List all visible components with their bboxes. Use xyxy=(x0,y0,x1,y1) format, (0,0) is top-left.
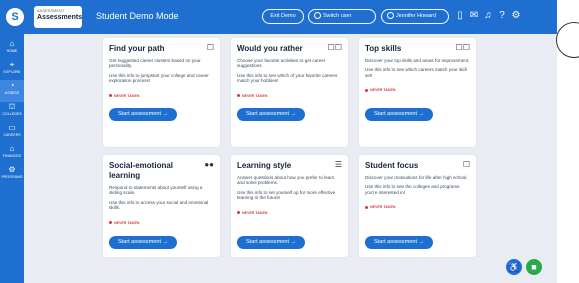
status-badge: NEVER TAKEN xyxy=(109,221,140,226)
nav-item-explore[interactable]: ⌖ EXPLORE xyxy=(0,59,24,81)
exit-demo-button[interactable]: Exit Demo xyxy=(262,9,304,24)
assessment-card-student-focus: Student focus ☐ Discover your motivation… xyxy=(359,155,476,257)
status-dot-icon xyxy=(237,211,240,215)
mode-label: Student Demo Mode xyxy=(96,11,179,21)
skills-icon: ☐☐ xyxy=(455,43,470,52)
nav-item-programs[interactable]: ⚙ PROGRAMS xyxy=(0,164,24,186)
nav-label: EXPLORE xyxy=(3,70,21,74)
status-text: NEVER TAKEN xyxy=(370,88,396,93)
status-text: NEVER TAKEN xyxy=(242,210,268,215)
puzzle-icon: ☐ xyxy=(206,43,214,52)
app-logo[interactable]: S xyxy=(6,8,24,26)
start-assessment-button[interactable]: Start assessment → xyxy=(237,236,305,249)
status-dot-icon xyxy=(237,94,240,98)
target-icon: ☐ xyxy=(462,160,470,169)
help-icon[interactable]: ? xyxy=(497,11,507,21)
start-assessment-button[interactable]: Start assessment → xyxy=(109,108,177,121)
breadcrumb-title: Assessments xyxy=(37,14,83,21)
status-badge: NEVER TAKEN xyxy=(109,94,140,99)
nav-label: COLLEGES xyxy=(2,112,22,116)
assessment-card-social-emotional-learning: Social-emotional learning ●● Respond to … xyxy=(103,155,220,257)
nav-item-home[interactable]: ⌂ HOME xyxy=(0,38,24,60)
start-assessment-button[interactable]: Start assessment → xyxy=(109,236,177,249)
programs-icon: ⚙ xyxy=(8,165,16,174)
nav-item-colleges[interactable]: ⛫ COLLEGES xyxy=(0,101,24,123)
choice-icon: ☐☐ xyxy=(327,43,342,52)
status-text: NEVER TAKEN xyxy=(114,93,140,98)
briefcase-icon: ▭ xyxy=(8,123,16,132)
list-icon: ☰ xyxy=(334,160,342,169)
assess-icon: ◔ xyxy=(9,81,15,90)
nav-label: FINANCES xyxy=(2,154,22,158)
status-dot-icon xyxy=(109,94,112,98)
card-title: Find your path xyxy=(109,44,165,53)
card-description: Get suggested career clusters based on y… xyxy=(109,58,201,69)
nav-label: PROGRAMS xyxy=(1,175,23,179)
status-badge: NEVER TAKEN xyxy=(237,94,268,99)
card-title: Top skills xyxy=(365,44,402,53)
card-description: Discover your motivations for life after… xyxy=(365,175,468,180)
status-badge: NEVER TAKEN xyxy=(237,211,268,216)
status-text: NEVER TAKEN xyxy=(370,205,396,210)
nav-label: HOME xyxy=(6,49,18,53)
card-title: Student focus xyxy=(365,161,419,170)
start-assessment-button[interactable]: Start assessment → xyxy=(365,236,433,249)
assessment-card-find-your-path: Find your path ☐ Get suggested career cl… xyxy=(103,38,220,147)
card-info: Use this info to jumpstart your college … xyxy=(109,72,209,84)
side-nav: ⌂ HOME ⌖ EXPLORE ◔ ASSESS ⛫ COLLEGES ▭ C… xyxy=(0,34,24,283)
gear-icon[interactable]: ⚙ xyxy=(511,11,521,21)
assessment-card-top-skills: Top skills ☐☐ Discover your top skills a… xyxy=(359,38,476,147)
card-description: Respond to statements about yourself usi… xyxy=(109,185,203,196)
user-name: Jennifer Howard xyxy=(396,13,437,19)
chat-icon[interactable]: ■ xyxy=(526,259,542,275)
switch-user-label: Switch user xyxy=(323,13,352,19)
status-dot-icon xyxy=(109,221,112,225)
user-switch-icon xyxy=(314,12,321,20)
top-bar: S ASSESSMENT Assessments Student Demo Mo… xyxy=(0,0,557,34)
start-assessment-button[interactable]: Start assessment → xyxy=(237,108,305,121)
nav-item-finances[interactable]: ⌂ FINANCES xyxy=(0,143,24,165)
avatar-icon xyxy=(387,12,394,20)
card-title: Social-emotional learning xyxy=(109,161,174,180)
card-info: Use this info to see which of your favor… xyxy=(237,72,338,84)
user-menu-button[interactable]: Jennifer Howard xyxy=(381,9,449,24)
card-description: Answer questions about how you prefer to… xyxy=(237,175,335,186)
card-info: Use this info to access your social and … xyxy=(109,199,209,211)
emotion-icon: ●● xyxy=(204,160,214,169)
college-icon: ⛫ xyxy=(8,102,16,111)
nav-label: CAREERS xyxy=(3,133,21,137)
document-icon[interactable]: ▯ xyxy=(455,11,465,21)
status-text: NEVER TAKEN xyxy=(242,93,268,98)
card-description: Choose your favorite activities to get c… xyxy=(237,58,326,69)
start-assessment-button[interactable]: Start assessment → xyxy=(365,108,433,121)
nav-item-careers[interactable]: ▭ CAREERS xyxy=(0,122,24,144)
breadcrumb[interactable]: ASSESSMENT Assessments xyxy=(34,6,82,28)
card-info: Use this info to see which careers match… xyxy=(365,67,467,78)
card-info: Use this info to see the colleges and pr… xyxy=(365,184,460,195)
bell-icon[interactable]: ♫ xyxy=(483,11,493,21)
nav-item-assess[interactable]: ◔ ASSESS xyxy=(0,80,24,102)
bank-icon: ⌂ xyxy=(9,144,15,153)
status-badge: NEVER TAKEN xyxy=(365,88,396,93)
card-title: Would you rather xyxy=(237,44,303,53)
status-text: NEVER TAKEN xyxy=(114,220,140,225)
status-dot-icon xyxy=(365,205,368,209)
assessment-card-learning-style: Learning style ☰ Answer questions about … xyxy=(231,155,348,257)
status-badge: NEVER TAKEN xyxy=(365,205,396,210)
card-description: Discover your top skills and areas for i… xyxy=(365,58,470,63)
nav-label: ASSESS xyxy=(4,91,20,95)
status-dot-icon xyxy=(365,88,368,92)
explore-icon: ⌖ xyxy=(9,60,15,69)
switch-user-button[interactable]: Switch user xyxy=(308,9,376,24)
card-title: Learning style xyxy=(237,161,292,170)
home-icon: ⌂ xyxy=(9,39,15,48)
accessibility-icon[interactable]: ♿ xyxy=(506,259,522,275)
assessment-card-would-you-rather: Would you rather ☐☐ Choose your favorite… xyxy=(231,38,348,147)
card-info: Use this info to set yourself up for mor… xyxy=(237,189,336,201)
mail-icon[interactable]: ✉ xyxy=(469,11,479,21)
